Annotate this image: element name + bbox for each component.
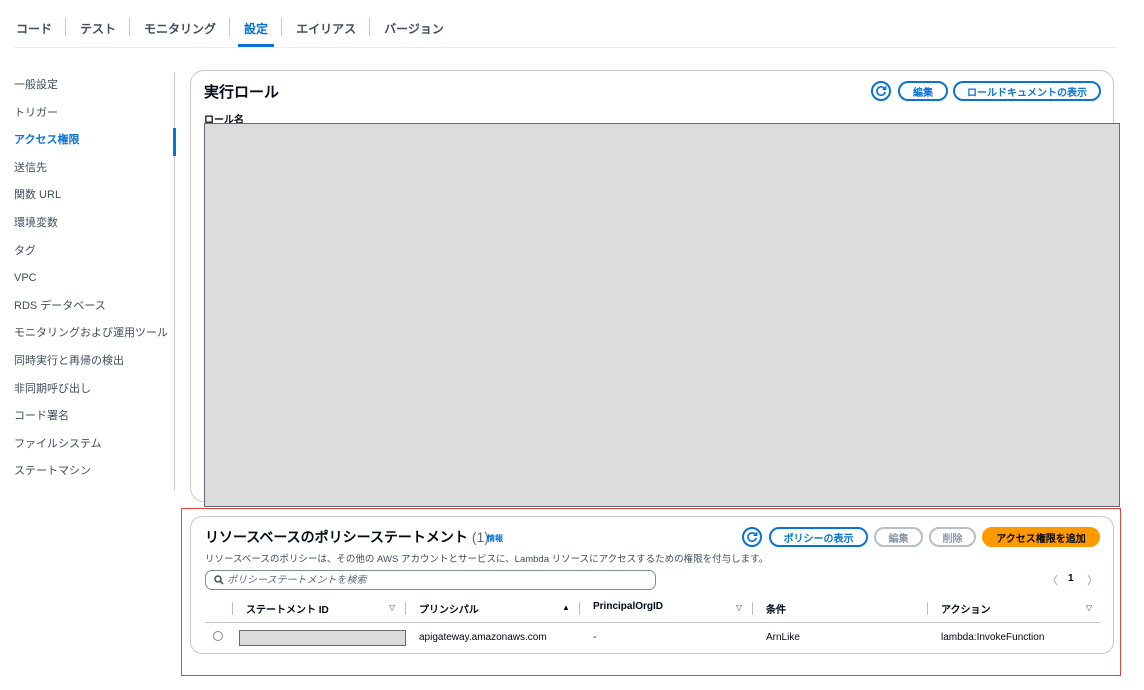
chevron-left-icon[interactable]: 〈 (1047, 572, 1058, 588)
cell-principal-org-id: - (593, 632, 597, 643)
nav-destinations[interactable]: 送信先 (14, 155, 176, 183)
column-header-principal[interactable]: プリンシパル (419, 601, 479, 616)
column-header-principal-org-id[interactable]: PrincipalOrgID (593, 601, 663, 612)
nav-state-machines[interactable]: ステートマシン (14, 458, 176, 486)
row-select-radio[interactable] (213, 631, 223, 641)
refresh-icon (747, 532, 758, 542)
role-edit-button[interactable]: 編集 (898, 81, 948, 101)
sort-descending-icon[interactable]: ▽ (736, 603, 742, 612)
nav-environment-variables[interactable]: 環境変数 (14, 210, 176, 238)
policy-search-input[interactable] (205, 570, 656, 590)
column-header-condition[interactable]: 条件 (766, 601, 786, 616)
nav-rds-databases[interactable]: RDS データベース (14, 293, 176, 321)
resource-policy-title: リソースベースのポリシーステートメント (1) (205, 527, 489, 547)
sort-descending-icon[interactable]: ▽ (389, 603, 395, 612)
pagination-current-page[interactable]: 1 (1068, 573, 1074, 584)
column-header-action[interactable]: アクション (941, 601, 991, 616)
nav-permissions[interactable]: アクセス権限 (14, 127, 176, 155)
nav-triggers[interactable]: トリガー (14, 100, 176, 128)
tab-configuration[interactable]: 設定 (230, 14, 283, 47)
execution-role-title: 実行ロール (204, 84, 280, 101)
resource-policy-title-text: リソースベースのポリシーステートメント (205, 529, 468, 545)
column-divider (232, 602, 233, 615)
nav-concurrency-recursion[interactable]: 同時実行と再帰の検出 (14, 348, 176, 376)
view-policy-button[interactable]: ポリシーの表示 (769, 527, 868, 547)
nav-vpc[interactable]: VPC (14, 265, 176, 293)
sort-descending-icon[interactable]: ▽ (1086, 603, 1092, 612)
tab-bar: コード テスト モニタリング 設定 エイリアス バージョン (14, 14, 458, 47)
column-divider (927, 602, 928, 615)
column-divider (752, 602, 753, 615)
column-divider (579, 602, 580, 615)
table-header-divider (205, 622, 1100, 623)
tab-bar-divider (14, 47, 1116, 48)
nav-monitoring-tools[interactable]: モニタリングおよび運用ツール (14, 320, 176, 348)
nav-function-url[interactable]: 関数 URL (14, 182, 176, 210)
nav-async-invocation[interactable]: 非同期呼び出し (14, 376, 176, 404)
policy-refresh-button[interactable] (742, 527, 762, 547)
search-icon (214, 575, 224, 585)
view-role-document-button[interactable]: ロールドキュメントの表示 (953, 81, 1101, 101)
refresh-icon (876, 86, 887, 96)
side-nav-active-indicator (173, 128, 176, 156)
nav-general-configuration[interactable]: 一般設定 (14, 72, 176, 100)
tab-monitoring[interactable]: モニタリング (130, 14, 231, 47)
redacted-role-content (204, 123, 1120, 507)
cell-action: lambda:InvokeFunction (941, 632, 1045, 643)
cell-condition: ArnLike (766, 632, 800, 643)
policy-delete-button[interactable]: 削除 (929, 527, 976, 547)
nav-code-signing[interactable]: コード署名 (14, 403, 176, 431)
resource-policy-description: リソースベースのポリシーは、その他の AWS アカウントとサービスに、Lambd… (205, 554, 769, 565)
chevron-right-icon[interactable]: 〉 (1087, 572, 1098, 588)
policy-search-field[interactable] (224, 572, 655, 588)
configuration-side-nav: 一般設定 トリガー アクセス権限 送信先 関数 URL 環境変数 タグ VPC … (14, 72, 176, 486)
column-header-statement-id[interactable]: ステートメント ID (246, 601, 329, 616)
policy-edit-button[interactable]: 編集 (874, 527, 923, 547)
role-refresh-button[interactable] (871, 81, 891, 101)
redacted-statement-id (239, 630, 406, 646)
info-link[interactable]: 情報 (487, 533, 503, 544)
tab-aliases[interactable]: エイリアス (282, 14, 371, 47)
tab-code[interactable]: コード (14, 14, 67, 47)
tab-versions[interactable]: バージョン (370, 14, 458, 47)
tab-test[interactable]: テスト (66, 14, 131, 47)
nav-file-systems[interactable]: ファイルシステム (14, 431, 176, 459)
add-permissions-button[interactable]: アクセス権限を追加 (982, 527, 1100, 547)
nav-tags[interactable]: タグ (14, 238, 176, 266)
sort-ascending-icon[interactable]: ▲ (562, 603, 570, 612)
column-divider (405, 602, 406, 615)
cell-principal: apigateway.amazonaws.com (419, 632, 547, 643)
